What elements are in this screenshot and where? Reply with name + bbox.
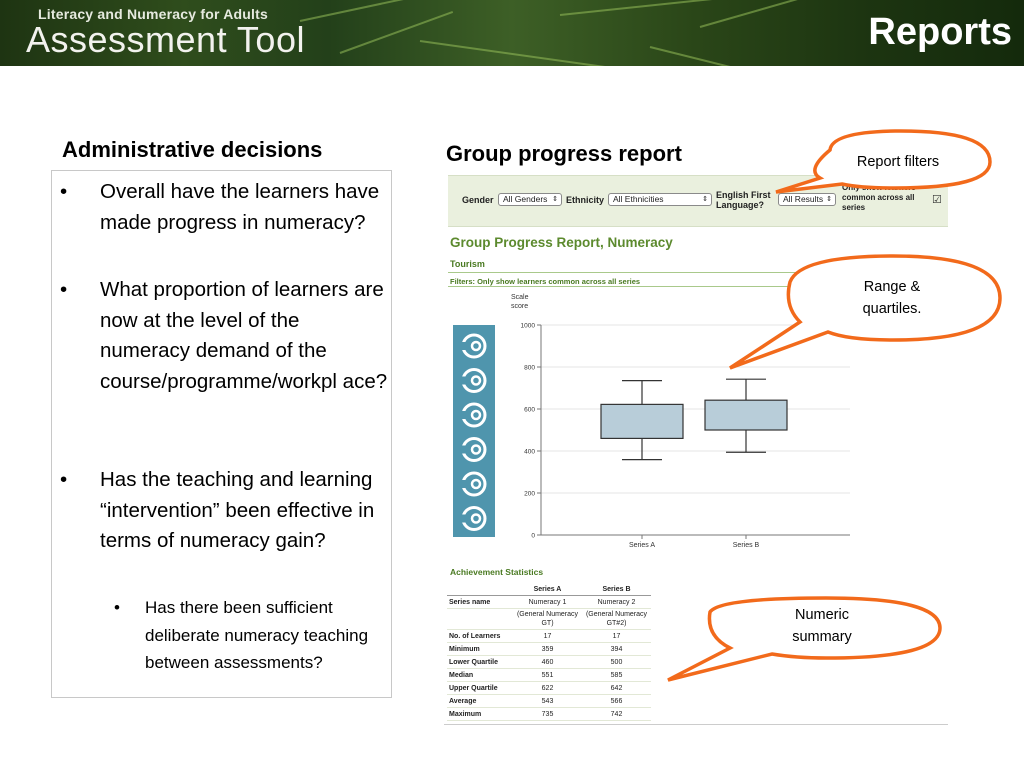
bullet-text: Has the teaching and learning “intervent… <box>100 468 375 553</box>
select-arrows-icon: ⇕ <box>826 196 832 203</box>
stats-row: Minimum 359 394 <box>447 642 651 656</box>
stats-row-label: Upper Quartile <box>447 681 513 695</box>
stats-header-row: Series A Series B <box>447 583 651 596</box>
language-label: English First Language? <box>716 190 771 210</box>
language-select-value: All Results <box>783 194 824 204</box>
y-tick-label: 800 <box>524 365 535 372</box>
stats-cell: (General Numeracy GT#2) <box>582 608 651 630</box>
stats-row: Series name Numeracy 1 Numeracy 2 <box>447 595 651 609</box>
stats-row: Upper Quartile 622 642 <box>447 681 651 695</box>
y-tick-label: 1000 <box>521 323 536 330</box>
box-plot-series: Series A <box>600 380 684 549</box>
stats-cell: Numeracy 1 <box>513 595 582 609</box>
stats-row-label: Maximum <box>447 707 513 721</box>
box-plot-chart: Scale score 0 200 400 600 800 1000 Series A Seri… <box>511 294 850 549</box>
select-arrows-icon: ⇕ <box>552 196 558 203</box>
range-callout-text-2: quartiles. <box>862 301 922 317</box>
box-plot-series: Series B <box>704 378 788 549</box>
stats-row: Maximum 735 742 <box>447 707 651 721</box>
stats-cell: 460 <box>513 655 582 669</box>
divider <box>444 724 948 725</box>
stats-row-label: Minimum <box>447 642 513 656</box>
stats-cell: 742 <box>582 707 651 721</box>
gender-label: Gender <box>462 195 494 205</box>
report-filters-callout-text: Report filters <box>856 154 940 170</box>
ethnicity-label: Ethnicity <box>566 195 605 205</box>
stats-row: Lower Quartile 460 500 <box>447 655 651 669</box>
x-tick-label: Series A <box>629 542 655 549</box>
stats-column-header <box>447 583 513 596</box>
header-banner: Literacy and Numeracy for Adults Assessm… <box>0 0 1024 66</box>
report-title: Group Progress Report, Numeracy <box>450 235 673 250</box>
slide-title: Reports <box>868 11 1012 53</box>
select-arrows-icon: ⇕ <box>702 196 708 203</box>
stats-cell: 585 <box>582 668 651 682</box>
stats-row-label: No. of Learners <box>447 629 513 643</box>
range-callout-text-1: Range & <box>863 279 921 295</box>
bullet-dot-icon: • <box>114 598 120 617</box>
stats-row-label: Series name <box>447 595 513 609</box>
right-heading: Group progress report <box>446 141 682 166</box>
bullet-dot-icon: • <box>60 278 68 301</box>
stats-cell: 735 <box>513 707 582 721</box>
bullet-text: Overall have the learners have made prog… <box>100 180 380 234</box>
achievement-statistics-table: Series A Series B Series name Numeracy 1 Num… <box>447 583 651 721</box>
gender-select-value: All Genders <box>503 194 548 204</box>
ethnicity-select-value: All Ethnicities <box>613 194 664 204</box>
stats-row-label: Median <box>447 668 513 682</box>
stats-cell: 551 <box>513 668 582 682</box>
y-tick-label: 400 <box>524 449 535 456</box>
stats-cell: 359 <box>513 642 582 656</box>
stats-cell: 17 <box>513 629 582 643</box>
bullet-dot-icon: • <box>60 180 68 203</box>
stats-cell: 500 <box>582 655 651 669</box>
left-heading: Administrative decisions <box>62 137 323 162</box>
header-app-title: Assessment Tool <box>26 19 305 60</box>
stats-title: Achievement Statistics <box>450 567 544 577</box>
bullet-dot-icon: • <box>60 468 68 491</box>
numeric-callout-text-2: summary <box>792 629 852 645</box>
gender-select[interactable]: All Genders ⇕ <box>498 193 562 206</box>
ethnicity-select[interactable]: All Ethnicities ⇕ <box>608 193 712 206</box>
y-tick-label: 600 <box>524 407 535 414</box>
x-tick-label: Series B <box>733 542 760 549</box>
filters-note: Filters: Only show learners common acros… <box>450 277 641 286</box>
quartile-box <box>704 399 788 431</box>
bullet-text: What proportion of learners are now at t… <box>100 278 388 394</box>
stats-row: Median 551 585 <box>447 668 651 682</box>
stats-column-header: Series B <box>582 583 651 596</box>
stats-cell: 543 <box>513 694 582 708</box>
koru-icon-layer <box>460 333 487 531</box>
stats-cell: 17 <box>582 629 651 643</box>
stats-cell: Numeracy 2 <box>582 595 651 609</box>
quartile-box <box>600 403 684 439</box>
common-series-checkbox[interactable]: ☑ <box>932 193 942 206</box>
stats-row: (General Numeracy GT) (General Numeracy G… <box>447 608 651 630</box>
y-tick-label: 0 <box>531 533 535 540</box>
stats-row-label <box>447 608 513 630</box>
bullet-box: • Overall have the learners have made pr… <box>51 170 392 698</box>
stats-row-label: Average <box>447 694 513 708</box>
stats-cell: 394 <box>582 642 651 656</box>
y-axis-label-line-2: score <box>511 303 528 310</box>
stats-row-label: Lower Quartile <box>447 655 513 669</box>
report-subtitle: Tourism <box>450 259 485 269</box>
stats-cell: 622 <box>513 681 582 695</box>
sub-bullet-text: Has there been sufficient deliberate num… <box>145 598 369 672</box>
stats-column-header: Series A <box>513 583 582 596</box>
stats-row: Average 543 566 <box>447 694 651 708</box>
language-select[interactable]: All Results ⇕ <box>778 193 836 206</box>
numeric-callout-text-1: Numeric <box>795 607 849 623</box>
y-tick-label: 200 <box>524 491 535 498</box>
common-series-label: Only show learners common across all ser… <box>842 183 916 212</box>
stats-cell: 642 <box>582 681 651 695</box>
stats-row: No. of Learners 17 17 <box>447 629 651 643</box>
divider <box>448 272 948 273</box>
stats-cell: 566 <box>582 694 651 708</box>
stats-cell: (General Numeracy GT) <box>513 608 582 630</box>
y-axis-label: Scale <box>511 294 529 301</box>
